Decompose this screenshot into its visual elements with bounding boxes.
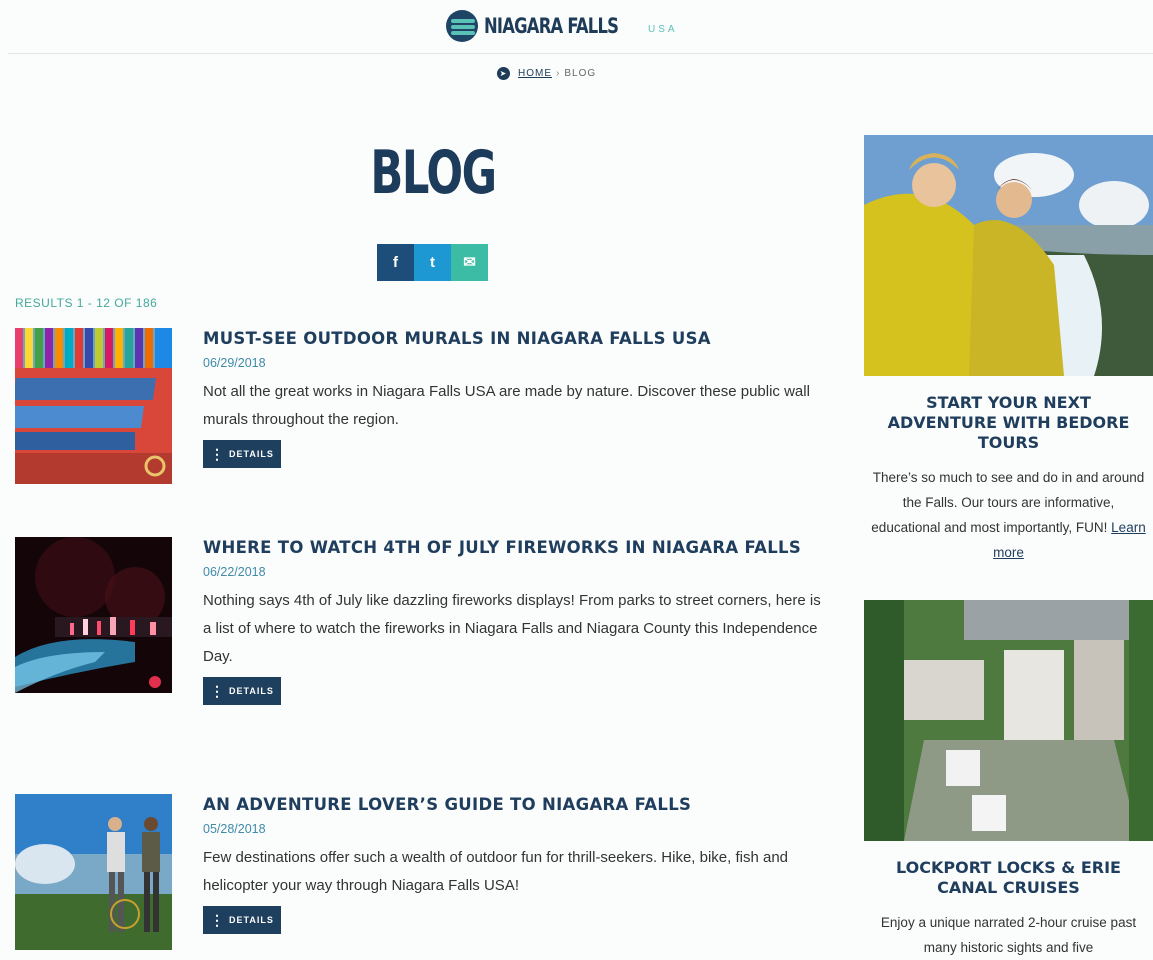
breadcrumb: ➤ HOME › BLOG — [497, 67, 596, 80]
post-excerpt: Not all the great works in Niagara Falls… — [203, 383, 810, 428]
breadcrumb-current: BLOG — [564, 68, 597, 79]
details-button-label: DETAILS — [229, 449, 274, 459]
promo-text: There’s so much to see and do in and aro… — [864, 465, 1153, 565]
details-button-label: DETAILS — [229, 686, 274, 696]
post-thumbnail-murals[interactable] — [15, 328, 172, 484]
compass-icon: ➤ — [497, 67, 510, 80]
post-title[interactable]: AN ADVENTURE LOVER’S GUIDE TO NIAGARA FA… — [203, 794, 828, 816]
share-bar: f t ✉ — [377, 244, 488, 281]
dots-icon: ⋮ — [210, 912, 225, 928]
post-title[interactable]: MUST-SEE OUTDOOR MURALS IN NIAGARA FALLS… — [203, 328, 828, 350]
post-date: 05/28/2018 — [203, 822, 266, 836]
waves-logo-icon — [446, 10, 478, 42]
details-button[interactable]: ⋮ DETAILS — [203, 440, 281, 468]
post-date: 06/22/2018 — [203, 565, 266, 579]
post-date: 06/29/2018 — [203, 356, 266, 370]
twitter-share-icon[interactable]: t — [414, 244, 451, 281]
promo-title[interactable]: LOCKPORT LOCKS & ERIE CANAL CRUISES — [864, 858, 1153, 898]
facebook-share-icon[interactable]: f — [377, 244, 414, 281]
promo-title[interactable]: START YOUR NEXT ADVENTURE WITH BEDORE TO… — [864, 393, 1153, 453]
breadcrumb-separator: › — [556, 68, 561, 79]
sidebar-promo-card: LOCKPORT LOCKS & ERIE CANAL CRUISES Enjo… — [864, 600, 1153, 960]
logo-suffix: USA — [648, 24, 678, 35]
dots-icon: ⋮ — [210, 446, 225, 462]
email-share-icon[interactable]: ✉ — [451, 244, 488, 281]
post-thumbnail-adventure[interactable] — [15, 794, 172, 950]
details-button[interactable]: ⋮ DETAILS — [203, 906, 281, 934]
post-title[interactable]: WHERE TO WATCH 4TH OF JULY FIREWORKS IN … — [203, 537, 828, 559]
breadcrumb-home-link[interactable]: HOME — [518, 68, 552, 79]
details-button-label: DETAILS — [229, 915, 274, 925]
post-excerpt: Nothing says 4th of July like dazzling f… — [203, 592, 821, 665]
sidebar-promo-card: START YOUR NEXT ADVENTURE WITH BEDORE TO… — [864, 135, 1153, 565]
site-header: NIAGARA FALLS USA — [8, 0, 1153, 54]
results-count: RESULTS 1 - 12 OF 186 — [15, 296, 158, 310]
promo-image-canal[interactable] — [864, 600, 1153, 841]
promo-description: There’s so much to see and do in and aro… — [871, 470, 1145, 535]
details-button[interactable]: ⋮ DETAILS — [203, 677, 281, 705]
promo-text: Enjoy a unique narrated 2-hour cruise pa… — [880, 915, 1137, 955]
post-excerpt: Few destinations offer such a wealth of … — [203, 849, 789, 894]
post-thumbnail-fireworks[interactable] — [15, 537, 172, 693]
page-title: BLOG — [370, 138, 497, 208]
logo-text: NIAGARA FALLS — [484, 14, 619, 38]
site-logo[interactable]: NIAGARA FALLS USA — [446, 10, 675, 42]
dots-icon: ⋮ — [210, 683, 225, 699]
promo-image-tours[interactable] — [864, 135, 1153, 376]
